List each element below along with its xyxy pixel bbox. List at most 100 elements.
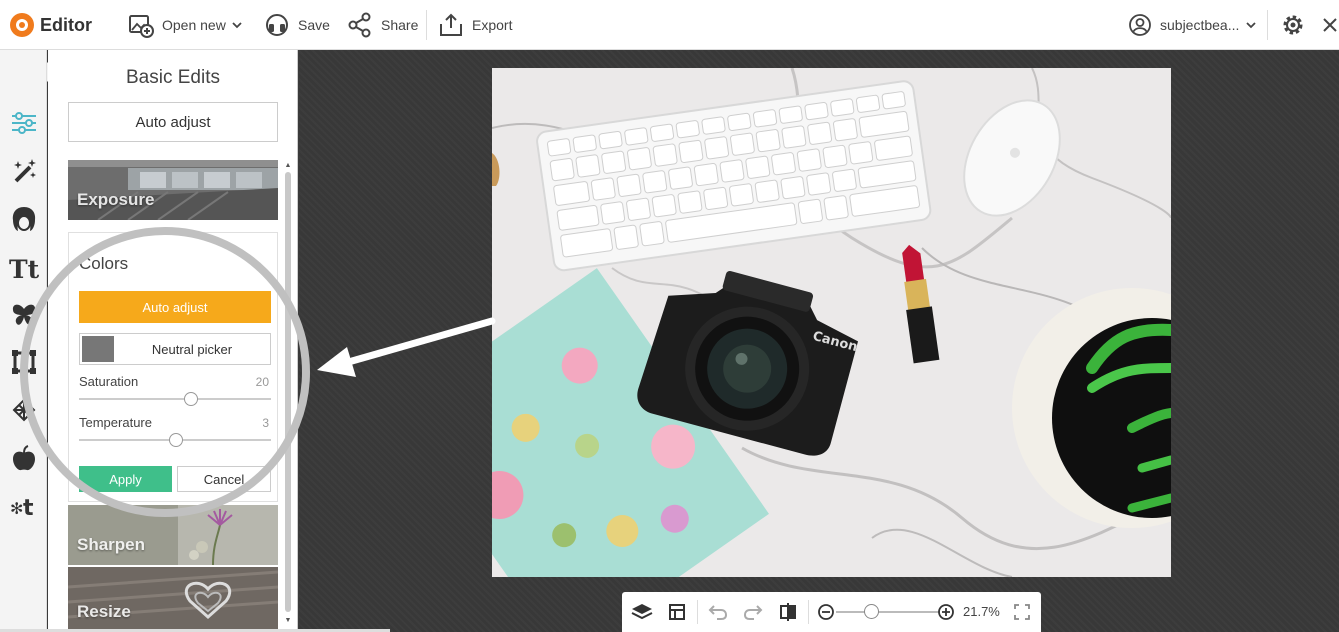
rail-graphics[interactable]	[0, 293, 47, 337]
saturation-slider-handle[interactable]	[184, 392, 198, 406]
undo-icon	[708, 605, 728, 620]
account-name: subjectbea...	[1160, 17, 1240, 33]
rail-touch-up[interactable]	[0, 197, 47, 241]
top-bar: Editor Open new Save Share Export subjec…	[0, 0, 1339, 50]
photo-image: Canon	[492, 68, 1171, 577]
resize-thumbnail	[68, 567, 278, 632]
settings-button[interactable]	[1281, 0, 1313, 50]
rail-effects[interactable]	[0, 149, 47, 193]
scrollbar-thumb[interactable]	[285, 172, 291, 612]
user-avatar-icon	[1129, 14, 1151, 36]
exposure-label: Exposure	[77, 190, 155, 209]
rail-text[interactable]: Tt	[0, 246, 47, 290]
rail-themes[interactable]: ✻ t	[0, 484, 47, 528]
zoom-slider-handle[interactable]	[864, 604, 879, 619]
svg-text:t: t	[23, 496, 34, 520]
export-label: Export	[472, 17, 513, 33]
cancel-button[interactable]: Cancel	[177, 466, 271, 492]
save-button[interactable]: Save	[264, 0, 330, 50]
colors-title: Colors	[79, 254, 129, 273]
neutral-picker-button[interactable]: Neutral picker	[79, 333, 271, 365]
toolbar-divider	[808, 600, 809, 624]
logo-icon	[10, 13, 34, 37]
export-icon	[440, 13, 462, 36]
close-icon	[1323, 18, 1337, 32]
rail-seasonal[interactable]	[0, 436, 47, 480]
themes-icon: ✻ t	[10, 496, 34, 520]
apple-icon	[12, 445, 35, 471]
auto-adjust-button[interactable]: Auto adjust	[68, 102, 278, 142]
add-image-icon	[129, 15, 154, 38]
sharpen-tile[interactable]: Sharpen	[68, 505, 278, 565]
share-icon	[348, 12, 371, 38]
grid-icon	[669, 604, 685, 620]
temperature-label: Temperature	[79, 415, 152, 430]
export-button[interactable]: Export	[438, 0, 512, 50]
grid-button[interactable]	[666, 601, 688, 623]
open-new-button[interactable]: Open new	[128, 0, 243, 50]
frame-icon	[11, 350, 36, 374]
svg-text:Tt: Tt	[9, 255, 40, 282]
panel-scrollbar[interactable]: ▲ ▼	[284, 162, 292, 632]
photo-canvas[interactable]: Canon	[492, 68, 1171, 577]
face-icon	[12, 207, 35, 231]
apply-button[interactable]: Apply	[79, 466, 172, 492]
account-menu[interactable]: subjectbea...	[1128, 0, 1257, 50]
svg-text:✻: ✻	[10, 499, 23, 518]
zoom-in-button[interactable]	[935, 601, 957, 623]
rail-basic-edits[interactable]	[0, 101, 47, 145]
toolbar-divider	[1267, 10, 1268, 40]
text-icon: Tt	[9, 255, 40, 282]
logo[interactable]: Editor	[10, 13, 92, 37]
fullscreen-button[interactable]	[1011, 601, 1033, 623]
butterfly-icon	[12, 304, 35, 325]
basic-edits-panel: Basic Edits Auto adjust Exposure Colors …	[48, 50, 298, 632]
share-button[interactable]: Share	[347, 0, 418, 50]
resize-label: Resize	[77, 602, 131, 621]
close-button[interactable]	[1322, 0, 1339, 50]
neutral-color-swatch	[82, 336, 114, 362]
magic-wand-icon	[13, 159, 36, 183]
tool-rail: Tt ✻ t	[0, 50, 47, 632]
compare-button[interactable]	[777, 601, 799, 623]
gear-icon	[1283, 15, 1303, 35]
panel-title: Basic Edits	[126, 67, 220, 88]
temperature-value: 3	[262, 416, 269, 430]
headset-save-icon	[266, 14, 288, 36]
rail-textures[interactable]	[0, 388, 47, 432]
share-label: Share	[381, 17, 419, 33]
undo-button[interactable]	[707, 601, 729, 623]
saturation-value: 20	[255, 375, 269, 389]
colors-auto-adjust-button[interactable]: Auto adjust	[79, 291, 271, 323]
redo-button[interactable]	[742, 601, 764, 623]
zoom-slider[interactable]	[836, 611, 940, 613]
saturation-label: Saturation	[79, 374, 139, 389]
compare-icon	[780, 603, 796, 621]
scroll-down-arrow-icon[interactable]: ▼	[284, 617, 292, 625]
layers-button[interactable]	[631, 601, 653, 623]
zoom-out-icon	[818, 604, 834, 620]
neutral-picker-label: Neutral picker	[151, 341, 233, 357]
layers-icon	[631, 604, 653, 620]
texture-icon	[12, 398, 35, 422]
saturation-slider[interactable]	[79, 398, 271, 400]
sliders-icon	[11, 112, 36, 134]
fullscreen-icon	[1014, 604, 1030, 620]
bottom-toolbar: 21.7%	[622, 592, 1041, 632]
app-title: Editor	[40, 14, 92, 35]
redo-icon	[743, 605, 763, 620]
toolbar-divider	[426, 10, 427, 40]
open-new-label: Open new	[162, 17, 226, 33]
colors-section: Colors Auto adjust Neutral picker Satura…	[68, 232, 278, 502]
chevron-down-icon	[232, 22, 242, 29]
sharpen-label: Sharpen	[77, 535, 146, 554]
rail-frames[interactable]	[0, 340, 47, 384]
resize-tile[interactable]: Resize	[68, 567, 278, 632]
temperature-slider-handle[interactable]	[169, 433, 183, 447]
zoom-in-icon	[938, 604, 954, 620]
zoom-out-button[interactable]	[815, 601, 837, 623]
zoom-level: 21.7%	[963, 604, 1000, 619]
scroll-up-arrow-icon[interactable]: ▲	[284, 162, 292, 170]
toolbar-divider	[697, 600, 698, 624]
exposure-tile[interactable]: Exposure	[68, 160, 278, 220]
